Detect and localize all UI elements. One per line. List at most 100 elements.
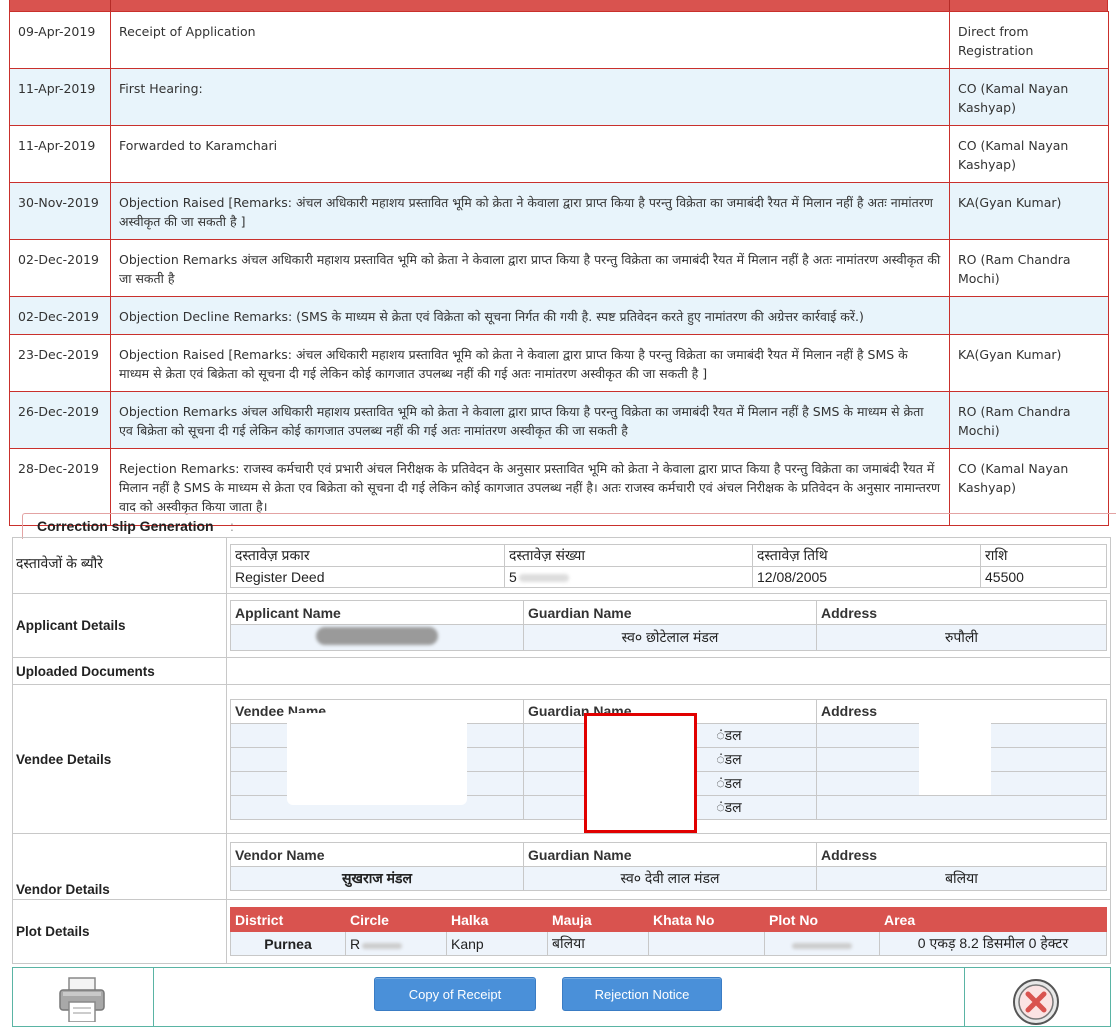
applicant-section: Applicant Details Applicant Name Guardia… (12, 593, 1111, 658)
doc-number-value: 5 (509, 568, 517, 585)
applicant-guardian-header: Guardian Name (523, 600, 817, 625)
history-by: RO (Ram Chandra Mochi) (949, 391, 1109, 449)
applicant-name-header: Applicant Name (230, 600, 524, 625)
redaction-highlight-box (584, 713, 697, 833)
table-row: 26-Dec-2019 Objection Remarks अंचल अधिका… (9, 391, 1109, 449)
guardian-tail: ंडल (716, 726, 742, 743)
history-by: RO (Ram Chandra Mochi) (949, 239, 1109, 297)
history-action: Objection Remarks अंचल अधिकारी महाशय प्र… (110, 239, 950, 297)
history-by: CO (Kamal Nayan Kashyap) (949, 125, 1109, 183)
slip-table: दस्तावेजों के ब्यौरे दस्तावेज़ प्रकार दस… (12, 537, 1111, 964)
plot-table: District Circle Halka Mauja Khata No Plo… (230, 907, 1107, 956)
history-date: 23-Dec-2019 (9, 334, 111, 392)
history-action: Objection Remarks अंचल अधिकारी महाशय प्र… (110, 391, 950, 449)
vendor-address: बलिया (816, 866, 1107, 891)
doc-type-header: दस्तावेज़ प्रकार (230, 543, 505, 567)
history-by: KA(Gyan Kumar) (949, 334, 1109, 392)
history-action: Objection Decline Remarks: (SMS के माध्य… (110, 296, 950, 335)
doc-amount-header: राशि (980, 543, 1107, 567)
vendor-guardian-header: Guardian Name (523, 842, 817, 867)
vendor-label: Vendor Details (12, 833, 227, 900)
plot-circle-value: R (350, 935, 361, 952)
applicant-label: Applicant Details (12, 593, 227, 658)
table-row: 11-Apr-2019 First Hearing: CO (Kamal Nay… (9, 68, 1109, 126)
history-table: 09-Apr-2019 Receipt of Application Direc… (9, 11, 1109, 526)
doc-number-header: दस्तावेज़ संख्या (504, 543, 753, 567)
tab-separator: : (230, 518, 234, 534)
vendor-table: Vendor Name Guardian Name Address सुखराज… (230, 842, 1107, 891)
plot-section: Plot Details District Circle Halka Mauja… (12, 899, 1111, 964)
history-date: 02-Dec-2019 (9, 296, 111, 335)
guardian-tail: ंडल (716, 798, 742, 815)
applicant-address: रुपौली (816, 624, 1107, 651)
plot-label: Plot Details (12, 899, 227, 964)
documents-table: दस्तावेज़ प्रकार दस्तावेज़ संख्या दस्ताव… (230, 543, 1107, 588)
history-action: Forwarded to Karamchari (110, 125, 950, 183)
table-row: 02-Dec-2019 Objection Decline Remarks: (… (9, 296, 1109, 335)
doc-amount: 45500 (980, 565, 1107, 588)
vendor-address-header: Address (816, 842, 1107, 867)
history-by (949, 296, 1109, 335)
doc-date-header: दस्तावेज़ तिथि (752, 543, 981, 567)
correction-slip-tab[interactable]: Correction slip Generation : (22, 513, 1116, 539)
history-action: Receipt of Application (110, 11, 950, 69)
history-action: First Hearing: (110, 68, 950, 126)
close-area (964, 968, 1110, 1026)
plot-mauja-header: Mauja (547, 907, 649, 932)
vendor-name: सुखराज मंडल (230, 866, 524, 891)
plot-khata (648, 931, 765, 956)
plot-area: 0 एकड़ 8.2 डिसमील 0 हेक्टर (879, 931, 1107, 956)
print-area (13, 968, 154, 1026)
plot-circle: R (345, 931, 447, 956)
history-by: KA(Gyan Kumar) (949, 182, 1109, 240)
action-bar: Copy of Receipt Rejection Notice (12, 967, 1111, 1027)
doc-date: 12/08/2005 (752, 565, 981, 588)
redaction-mask (919, 715, 991, 795)
history-date: 30-Nov-2019 (9, 182, 111, 240)
rejection-notice-button[interactable]: Rejection Notice (562, 977, 722, 1011)
redacted-mark (362, 942, 403, 949)
plot-halka-header: Halka (446, 907, 548, 932)
redacted-mark (518, 573, 569, 582)
applicant-name (230, 624, 524, 651)
plot-area-header: Area (879, 907, 1107, 932)
history-date: 26-Dec-2019 (9, 391, 111, 449)
uploaded-documents-label: Uploaded Documents (12, 657, 227, 685)
plot-circle-header: Circle (345, 907, 447, 932)
table-row: 30-Nov-2019 Objection Raised [Remarks: अ… (9, 182, 1109, 240)
guardian-tail: ंडल (716, 750, 742, 767)
plot-plotno (764, 931, 880, 956)
close-icon[interactable] (1012, 978, 1060, 1030)
correction-slip: दस्तावेजों के ब्यौरे दस्तावेज़ प्रकार दस… (12, 537, 1111, 964)
copy-of-receipt-button[interactable]: Copy of Receipt (374, 977, 536, 1011)
table-row: 23-Dec-2019 Objection Raised [Remarks: अ… (9, 334, 1109, 392)
applicant-address-header: Address (816, 600, 1107, 625)
doc-type: Register Deed (230, 565, 505, 588)
history-by: Direct from Registration (949, 11, 1109, 69)
history-date: 02-Dec-2019 (9, 239, 111, 297)
doc-number: 5 (504, 565, 753, 588)
vendor-section: Vendor Details Vendor Name Guardian Name… (12, 833, 1111, 900)
applicant-guardian: स्व० छोटेलाल मंडल (523, 624, 817, 651)
case-history: 09-Apr-2019 Receipt of Application Direc… (9, 0, 1109, 526)
plot-plotno-header: Plot No (764, 907, 880, 932)
documents-section: दस्तावेजों के ब्यौरे दस्तावेज़ प्रकार दस… (12, 537, 1111, 594)
plot-district-header: District (230, 907, 346, 932)
redacted-mark (792, 942, 852, 949)
correction-slip-title: Correction slip Generation (37, 518, 214, 534)
vendor-name-header: Vendor Name (230, 842, 524, 867)
table-row: 09-Apr-2019 Receipt of Application Direc… (9, 11, 1109, 69)
plot-district: Purnea (230, 931, 346, 956)
action-buttons: Copy of Receipt Rejection Notice (154, 968, 964, 1026)
plot-mauja: बलिया (547, 931, 649, 956)
history-action: Objection Raised [Remarks: अंचल अधिकारी … (110, 182, 950, 240)
vendee-label: Vendee Details (12, 684, 227, 834)
plot-khata-header: Khata No (648, 907, 765, 932)
applicant-table: Applicant Name Guardian Name Address स्व… (230, 600, 1107, 651)
documents-label: दस्तावेजों के ब्यौरे (12, 537, 227, 594)
history-action: Objection Raised [Remarks: अंचल अधिकारी … (110, 334, 950, 392)
table-row: 11-Apr-2019 Forwarded to Karamchari CO (… (9, 125, 1109, 183)
vendor-guardian: स्व० देवी लाल मंडल (523, 866, 817, 891)
printer-icon[interactable] (57, 976, 107, 1026)
vendee-address (816, 794, 1107, 820)
